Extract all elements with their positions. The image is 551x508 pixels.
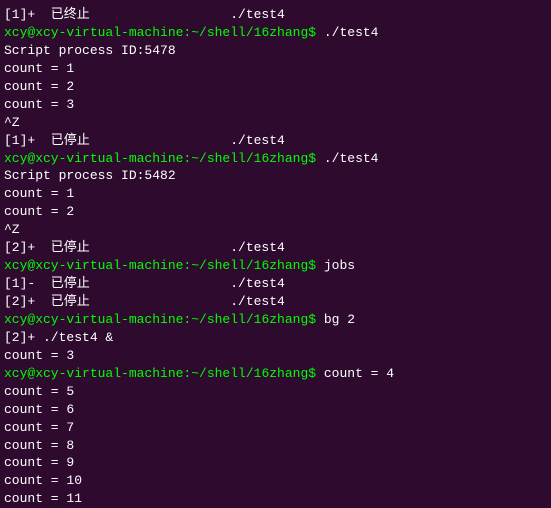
terminal-line-23: count = 7 [4, 419, 547, 437]
terminal-line-15: [1]- 已停止 ./test4 [4, 275, 547, 293]
terminal-line-12: ^Z [4, 221, 547, 239]
terminal-line-9: Script process ID:5482 [4, 167, 547, 185]
terminal-line-6: ^Z [4, 114, 547, 132]
terminal-line-2: Script process ID:5478 [4, 42, 547, 60]
terminal-line-18: [2]+ ./test4 & [4, 329, 547, 347]
terminal-line-7: [1]+ 已停止 ./test4 [4, 132, 547, 150]
terminal-line-27: count = 11 [4, 490, 547, 508]
terminal-line-10: count = 1 [4, 185, 547, 203]
terminal-line-24: count = 8 [4, 437, 547, 455]
terminal-line-14: xcy@xcy-virtual-machine:~/shell/16zhang$… [4, 257, 547, 275]
terminal-line-22: count = 6 [4, 401, 547, 419]
terminal-line-0: [1]+ 已终止 ./test4 [4, 6, 547, 24]
terminal-line-19: count = 3 [4, 347, 547, 365]
terminal-line-11: count = 2 [4, 203, 547, 221]
terminal-line-17: xcy@xcy-virtual-machine:~/shell/16zhang$… [4, 311, 547, 329]
terminal-line-8: xcy@xcy-virtual-machine:~/shell/16zhang$… [4, 150, 547, 168]
terminal-line-4: count = 2 [4, 78, 547, 96]
terminal-line-25: count = 9 [4, 454, 547, 472]
terminal-line-26: count = 10 [4, 472, 547, 490]
terminal-line-5: count = 3 [4, 96, 547, 114]
terminal-line-3: count = 1 [4, 60, 547, 78]
terminal-line-1: xcy@xcy-virtual-machine:~/shell/16zhang$… [4, 24, 547, 42]
terminal-line-20: xcy@xcy-virtual-machine:~/shell/16zhang$… [4, 365, 547, 383]
terminal-line-16: [2]+ 已停止 ./test4 [4, 293, 547, 311]
terminal: [1]+ 已终止 ./test4xcy@xcy-virtual-machine:… [0, 0, 551, 505]
terminal-line-13: [2]+ 已停止 ./test4 [4, 239, 547, 257]
terminal-line-21: count = 5 [4, 383, 547, 401]
